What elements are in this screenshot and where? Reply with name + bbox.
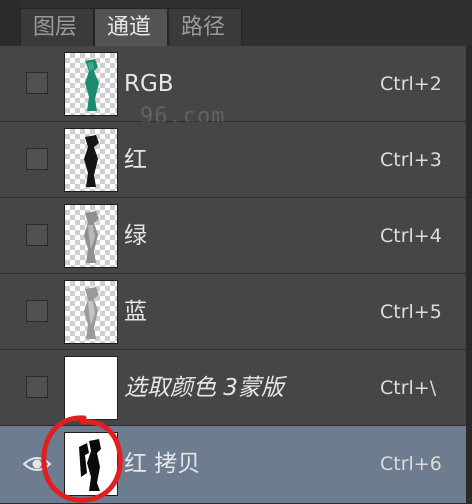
channel-shortcut: Ctrl+\ [380,377,437,399]
visibility-toggle[interactable] [26,376,48,398]
channel-shortcut: Ctrl+3 [380,149,442,171]
channel-thumbnail-red-copy [64,432,118,496]
channel-row-red[interactable]: 红 Ctrl+3 [0,122,466,198]
channel-name: 蓝 [124,299,147,325]
tab-bar-edge [0,0,20,46]
channel-row-mask[interactable]: 选取颜色 3蒙版 Ctrl+\ [0,350,466,426]
channel-name: 绿 [124,223,147,249]
channel-thumbnail-rgb [64,52,118,116]
channel-shortcut: Ctrl+5 [380,301,442,323]
channels-panel: 图层 通道 路径 RGB Ctrl+2 96.com 红 Ctrl+3 绿 Ct… [0,0,472,504]
channel-row-red-copy[interactable]: 红 拷贝 Ctrl+6 [0,426,466,504]
channel-row-rgb[interactable]: RGB Ctrl+2 96.com [0,46,466,129]
panel-right-edge [466,46,472,504]
eye-icon[interactable] [22,452,52,476]
channel-name: 红 拷贝 [124,451,201,477]
visibility-toggle[interactable] [26,72,48,94]
channel-thumbnail-green [64,204,118,268]
panel-tab-bar: 图层 通道 路径 [0,0,472,47]
channel-name: 红 [124,147,147,173]
channel-row-blue[interactable]: 蓝 Ctrl+5 [0,274,466,350]
tab-layers[interactable]: 图层 [20,8,94,46]
channel-shortcut: Ctrl+6 [380,453,442,475]
channel-shortcut: Ctrl+2 [380,73,442,95]
visibility-toggle[interactable] [26,148,48,170]
visibility-toggle[interactable] [26,224,48,246]
channel-row-green[interactable]: 绿 Ctrl+4 [0,198,466,274]
channel-name: RGB [124,71,174,97]
tab-paths[interactable]: 路径 [168,8,242,46]
visibility-toggle[interactable] [26,300,48,322]
channel-thumbnail-red [64,128,118,192]
channel-shortcut: Ctrl+4 [380,225,442,247]
tab-channels[interactable]: 通道 [94,8,168,47]
channel-thumbnail-blue [64,280,118,344]
channel-name: 选取颜色 3蒙版 [124,375,284,401]
channel-thumbnail-mask [64,356,118,420]
